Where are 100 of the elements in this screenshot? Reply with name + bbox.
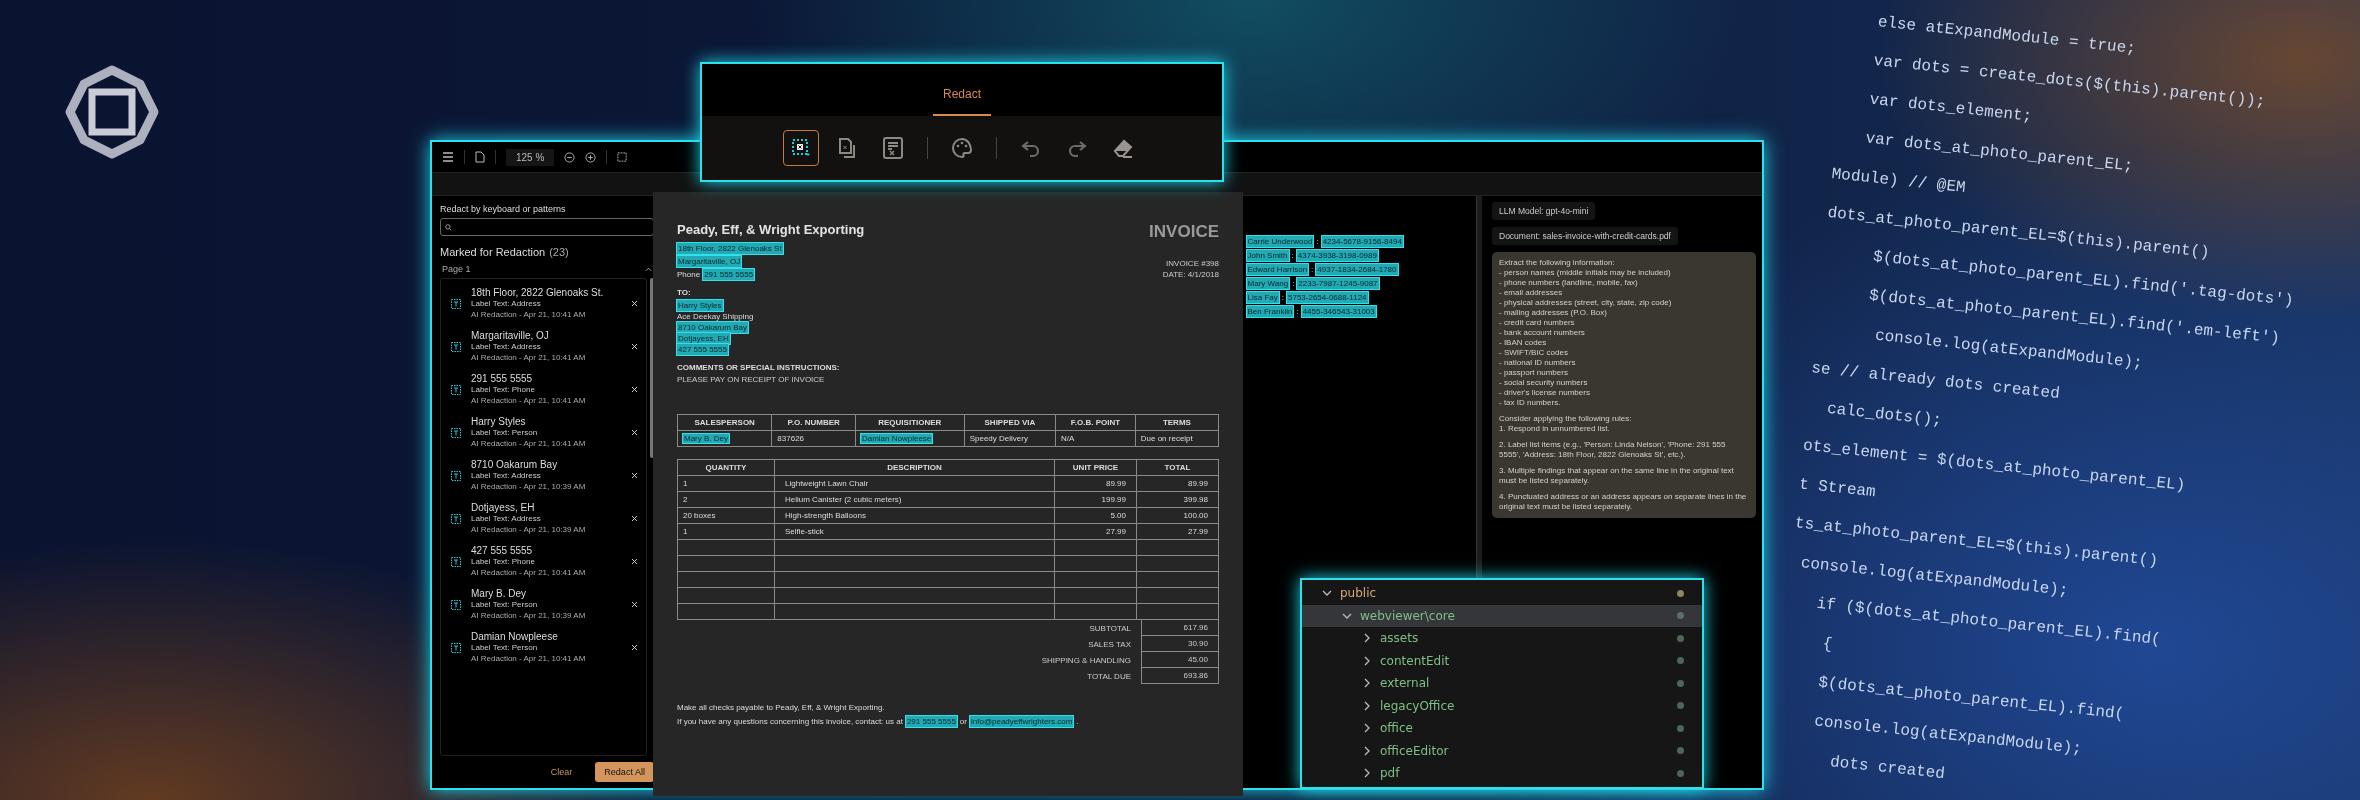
- prompt-text: - social security numbers: [1499, 378, 1589, 388]
- invoice-text: .: [1076, 716, 1079, 727]
- redaction-text[interactable]: Dotjayess, EH: [471, 502, 621, 513]
- code-line: calc_dots();: [1825, 398, 1944, 432]
- code-line: Module) // @EM: [1829, 165, 1967, 200]
- text-redaction-icon: [451, 470, 461, 481]
- list-text: :: [1316, 236, 1319, 247]
- tree-item[interactable]: assets: [1302, 627, 1702, 650]
- table-cell: 20 boxes: [683, 511, 716, 520]
- redaction-text[interactable]: 18th Floor, 2822 Glenoaks St.: [471, 287, 621, 298]
- close-icon[interactable]: [630, 300, 638, 307]
- prompt-text: 1. Respond in unnumbered list.: [1499, 424, 1611, 434]
- menu-icon[interactable]: [442, 152, 454, 162]
- redaction-mark: 427 555 5555: [677, 344, 728, 355]
- redaction-meta: AI Redaction - Apr 21, 10:39 AM: [471, 525, 587, 535]
- redaction-meta: AI Redaction - Apr 21, 10:41 AM: [471, 654, 587, 664]
- model-label: LLM Model: gpt-4o-mini: [1492, 202, 1596, 220]
- tree-item[interactable]: pdf: [1302, 762, 1702, 785]
- zoom-out-icon[interactable]: [564, 151, 576, 163]
- redaction-text[interactable]: Harry Styles: [471, 416, 621, 427]
- redaction-mark: Mary Wang: [1246, 278, 1290, 289]
- list-text: :: [1311, 264, 1314, 275]
- close-icon[interactable]: [630, 386, 638, 393]
- column-header: QUANTITY: [677, 459, 775, 476]
- scrollbar[interactable]: [649, 278, 654, 458]
- selection-icon[interactable]: [617, 151, 629, 163]
- redaction-mark: Damian Nowpleese: [860, 434, 933, 443]
- redaction-meta: AI Redaction - Apr 21, 10:39 AM: [471, 482, 587, 492]
- code-line: t Stream: [1797, 474, 1878, 504]
- redaction-text[interactable]: 291 555 5555: [471, 373, 621, 384]
- table-cell: 1: [683, 527, 688, 536]
- search-icon: [445, 223, 452, 231]
- total-label: SHIPPING & HANDLING: [1041, 655, 1132, 665]
- table-cell: 89.99: [1105, 479, 1126, 488]
- redaction-mark: 4374-3938-3198-0989: [1296, 250, 1378, 261]
- invoice-text: Make all checks payable to Peady, Eff, & Wright Exporting.: [677, 702, 885, 713]
- redaction-mark: Harry Styles: [677, 300, 723, 311]
- close-icon[interactable]: [630, 343, 638, 350]
- redaction-text[interactable]: 8710 Oakarum Bay: [471, 459, 621, 470]
- invoice-text: Phone: [677, 269, 701, 280]
- redaction-label: Label Text: Address: [471, 299, 542, 309]
- table-cell: Selfie-stick: [785, 527, 824, 536]
- total-value: 617.96: [1141, 620, 1219, 636]
- redaction-text[interactable]: Mary B. Dey: [471, 588, 621, 599]
- zoom-in-icon[interactable]: [585, 151, 597, 163]
- tree-item[interactable]: external: [1302, 672, 1702, 695]
- text-redaction-icon: [451, 298, 461, 309]
- column-header: DESCRIPTION: [774, 459, 1055, 476]
- redaction-mark: 291 555 5555: [905, 716, 957, 727]
- marquee-tool-button[interactable]: [783, 130, 819, 166]
- code-line: dots created: [1829, 753, 1946, 786]
- table-cell: Helium Canister (2 cubic meters): [785, 495, 902, 504]
- redaction-mark: Lisa Fay: [1246, 292, 1279, 303]
- tree-item[interactable]: webviewer\core: [1302, 604, 1702, 627]
- redaction-label: Label Text: Phone: [471, 557, 536, 567]
- redaction-mark: Carrie Underwood: [1246, 236, 1314, 247]
- redact-all-button[interactable]: Redact All: [595, 762, 654, 782]
- chevron-up-icon[interactable]: [644, 266, 652, 272]
- redaction-text[interactable]: Damian Nowpleese: [471, 631, 621, 642]
- redaction-text[interactable]: 427 555 5555: [471, 545, 621, 556]
- redaction-label: Label Text: Address: [471, 342, 542, 352]
- tree-item[interactable]: office: [1302, 717, 1702, 740]
- table-cell: 100.00: [1183, 511, 1208, 520]
- close-icon[interactable]: [630, 472, 638, 479]
- redaction-mark: John Smith: [1246, 250, 1289, 261]
- tree-item[interactable]: officeEditor: [1302, 739, 1702, 762]
- redaction-label: Label Text: Person: [471, 428, 539, 438]
- tree-item[interactable]: legacyOffice: [1302, 694, 1702, 717]
- close-icon[interactable]: [630, 558, 638, 565]
- table-cell: 27.99: [1187, 527, 1208, 536]
- prompt-text: - physical addresses (street, city, state, zip code): [1499, 298, 1673, 308]
- redaction-text[interactable]: Margaritaville, OJ: [471, 330, 621, 341]
- column-header: REQUISITIONER: [855, 414, 965, 431]
- tree-item[interactable]: contentEdit: [1302, 649, 1702, 672]
- column-header: F.O.B. POINT: [1055, 414, 1136, 431]
- redaction-label: Label Text: Phone: [471, 385, 536, 395]
- tree-item[interactable]: public: [1302, 582, 1702, 605]
- table-cell: 199.99: [1101, 495, 1126, 504]
- redaction-meta: AI Redaction - Apr 21, 10:41 AM: [471, 439, 587, 449]
- close-icon[interactable]: [630, 601, 638, 608]
- close-icon[interactable]: [630, 515, 638, 522]
- prompt-text: - email addresses: [1499, 288, 1564, 298]
- list-text: :: [1292, 278, 1295, 289]
- table-cell: 5.00: [1110, 511, 1126, 520]
- clear-button[interactable]: Clear: [541, 762, 582, 782]
- close-icon[interactable]: [630, 644, 638, 651]
- redaction-label: Label Text: Address: [471, 514, 542, 524]
- redaction-mark: 4234-5678-9156-8494: [1321, 236, 1403, 247]
- table-cell: High-strength Balloons: [785, 511, 866, 520]
- palette-icon: [950, 136, 974, 160]
- text-redaction-icon: [451, 341, 461, 352]
- close-icon[interactable]: [630, 429, 638, 436]
- text-redaction-icon: [451, 556, 461, 567]
- document-icon[interactable]: [475, 151, 485, 163]
- redaction-mark: 4937-1834-2684-1780: [1316, 264, 1398, 275]
- column-header: TOTAL: [1136, 459, 1219, 476]
- prompt-text: - IBAN codes: [1499, 338, 1548, 348]
- comments-text: PLEASE PAY ON RECEIPT OF INVOICE: [677, 375, 826, 384]
- search-field[interactable]: [440, 218, 654, 236]
- zoom-dropdown[interactable]: 125 %: [506, 148, 555, 166]
